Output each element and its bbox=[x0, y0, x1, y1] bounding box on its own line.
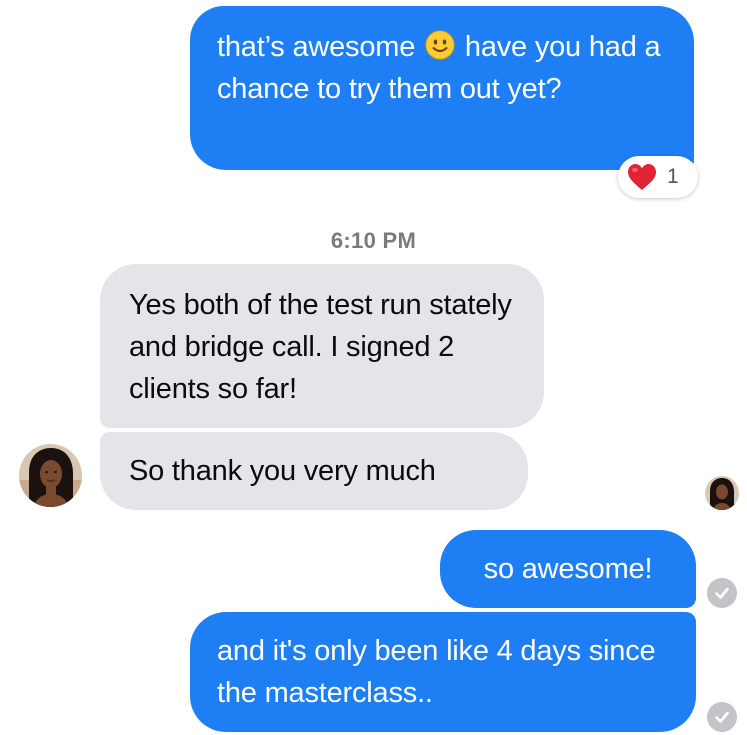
message-text: Yes both of the test run stately and bri… bbox=[129, 289, 512, 405]
reaction-badge[interactable]: 1 bbox=[618, 156, 698, 198]
message-timestamp: 6:10 PM bbox=[330, 228, 417, 253]
smiling-face-emoji-icon bbox=[425, 30, 455, 60]
heart-icon bbox=[628, 164, 656, 190]
read-receipt-avatar bbox=[705, 476, 739, 510]
message-text: so awesome! bbox=[483, 553, 653, 585]
outgoing-message-bubble[interactable]: and it's only been like 4 days since the… bbox=[190, 612, 696, 732]
reaction-count: 1 bbox=[667, 165, 679, 188]
outgoing-message-bubble[interactable]: that’s awesome have you had a chance to … bbox=[190, 6, 694, 170]
delivered-check-icon bbox=[707, 578, 737, 608]
message-text: and it's only been like 4 days since the… bbox=[217, 635, 656, 709]
message-text: So thank you very much bbox=[129, 455, 436, 487]
sender-avatar[interactable] bbox=[19, 444, 82, 507]
message-text: that’s awesome bbox=[217, 31, 416, 63]
incoming-message-bubble[interactable]: So thank you very much bbox=[100, 432, 528, 510]
incoming-message-bubble[interactable]: Yes both of the test run stately and bri… bbox=[100, 264, 544, 428]
outgoing-message-bubble[interactable]: so awesome! bbox=[440, 530, 696, 608]
delivered-check-icon bbox=[707, 702, 737, 732]
